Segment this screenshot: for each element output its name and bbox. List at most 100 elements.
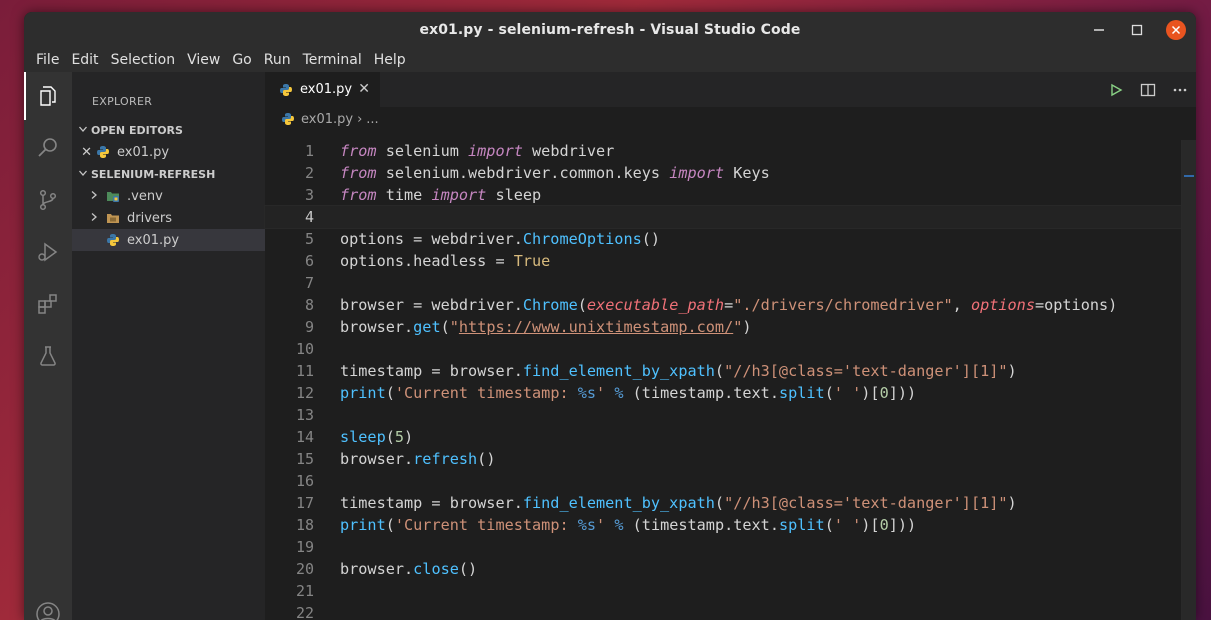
vscode-window: ex01.py - selenium-refresh - Visual Stud… <box>24 12 1196 620</box>
activity-bar <box>24 72 72 620</box>
code-line: 11 timestamp = browser.find_element_by_xp… <box>265 360 1196 382</box>
line-number: 3 <box>304 186 314 204</box>
menu-file[interactable]: File <box>30 52 65 68</box>
search-activity[interactable] <box>24 124 72 172</box>
tab-label: ex01.py <box>300 82 353 97</box>
source-control-icon <box>39 189 57 211</box>
split-editor-button[interactable] <box>1132 72 1164 107</box>
code-text: options.headless = True <box>340 252 551 270</box>
testing-activity[interactable] <box>24 332 72 380</box>
line-number: 12 <box>295 384 314 402</box>
close-icon[interactable]: ✕ <box>358 81 370 97</box>
tree-item-venv[interactable]: .venv <box>72 185 265 207</box>
split-editor-icon <box>1140 83 1156 96</box>
breadcrumb-file[interactable]: ex01.py <box>301 112 353 127</box>
explorer-activity[interactable] <box>24 72 72 120</box>
line-number: 22 <box>295 604 314 620</box>
tree-item-ex01[interactable]: ex01.py <box>72 229 265 251</box>
run-debug-activity[interactable] <box>24 228 72 276</box>
line-number: 8 <box>304 296 314 314</box>
line-number: 4 <box>304 208 314 226</box>
tree-item-drivers[interactable]: drivers <box>72 207 265 229</box>
code-line: 5 options = webdriver.ChromeOptions() <box>265 228 1196 250</box>
chevron-right-icon <box>89 211 99 226</box>
code-line: 21 <box>265 580 1196 602</box>
chevron-right-icon <box>89 189 99 204</box>
more-actions-button[interactable] <box>1164 72 1196 107</box>
close-button[interactable] <box>1166 20 1186 40</box>
breadcrumb-more[interactable]: ... <box>366 112 378 127</box>
menu-terminal[interactable]: Terminal <box>297 52 368 68</box>
menu-go[interactable]: Go <box>226 52 257 68</box>
line-number: 10 <box>295 340 314 358</box>
folder-label: SELENIUM-REFRESH <box>91 167 216 181</box>
line-number: 21 <box>295 582 314 600</box>
code-line: 22 <box>265 602 1196 620</box>
editor-area: ex01.py ✕ ex01.py › ... 1 from selenium … <box>264 72 1196 620</box>
line-number: 2 <box>304 164 314 182</box>
code-text: from time import sleep <box>340 186 542 204</box>
menu-help[interactable]: Help <box>368 52 412 68</box>
chevron-down-icon <box>75 168 91 181</box>
code-line: 9 browser.get("https://www.unixtimestamp.… <box>265 316 1196 338</box>
code-text: print('Current timestamp: %s' % (timesta… <box>340 384 917 402</box>
testing-icon <box>40 346 56 366</box>
tree-item-label: ex01.py <box>127 232 180 248</box>
folder-header[interactable]: SELENIUM-REFRESH <box>72 163 265 185</box>
line-number: 16 <box>295 472 314 490</box>
code-line: 15 browser.refresh() <box>265 448 1196 470</box>
code-line: 19 <box>265 536 1196 558</box>
open-editor-item[interactable]: ✕ ex01.py <box>72 141 265 163</box>
line-number: 9 <box>304 318 314 336</box>
accounts-activity[interactable] <box>24 590 72 620</box>
chevron-down-icon <box>75 124 91 137</box>
scrollbar-thumb[interactable] <box>1182 140 1196 620</box>
extensions-icon <box>38 294 57 314</box>
line-number: 18 <box>295 516 314 534</box>
open-editor-name: ex01.py <box>117 144 170 160</box>
code-text: sleep(5) <box>340 428 414 446</box>
source-control-activity[interactable] <box>24 176 72 224</box>
line-number: 20 <box>295 560 314 578</box>
code-line: 18 print('Current timestamp: %s' % (times… <box>265 514 1196 536</box>
code-line: 14 sleep(5) <box>265 426 1196 448</box>
title-bar: ex01.py - selenium-refresh - Visual Stud… <box>24 12 1196 48</box>
tab-bar: ex01.py ✕ <box>265 72 1196 107</box>
menu-edit[interactable]: Edit <box>65 52 104 68</box>
python-file-icon <box>106 233 120 247</box>
breadcrumb: ex01.py › ... <box>281 109 379 129</box>
accounts-icon <box>36 602 60 620</box>
extensions-activity[interactable] <box>24 280 72 328</box>
line-number: 19 <box>295 538 314 556</box>
cursor-position-marker <box>1184 175 1194 177</box>
line-number: 13 <box>295 406 314 424</box>
open-editors-header[interactable]: OPEN EDITORS <box>72 119 265 141</box>
menu-bar: File Edit Selection View Go Run Terminal… <box>24 48 1196 72</box>
line-number: 17 <box>295 494 314 512</box>
explorer-sidebar: EXPLORER OPEN EDITORS ✕ ex01.py SELENIUM… <box>72 72 265 620</box>
close-editor-icon[interactable]: ✕ <box>72 145 92 160</box>
explorer-icon <box>40 86 56 106</box>
minimize-button[interactable] <box>1090 21 1108 39</box>
menu-view[interactable]: View <box>181 52 226 68</box>
menu-selection[interactable]: Selection <box>105 52 182 68</box>
line-number: 11 <box>295 362 314 380</box>
python-file-icon <box>281 112 295 126</box>
maximize-button[interactable] <box>1128 21 1146 39</box>
code-text: browser.refresh() <box>340 450 496 468</box>
minimize-icon <box>1094 29 1104 31</box>
menu-run[interactable]: Run <box>258 52 297 68</box>
tab-ex01[interactable]: ex01.py ✕ <box>265 72 380 107</box>
line-number: 15 <box>295 450 314 468</box>
code-line: 3 from time import sleep <box>265 184 1196 206</box>
code-line: 7 <box>265 272 1196 294</box>
play-icon <box>1111 83 1123 96</box>
sidebar-title: EXPLORER <box>92 95 153 108</box>
line-number: 7 <box>304 274 314 292</box>
window-title: ex01.py - selenium-refresh - Visual Stud… <box>419 22 801 38</box>
window-controls <box>1090 12 1186 48</box>
editor-actions <box>1100 72 1196 107</box>
tree-item-label: drivers <box>127 210 173 226</box>
search-icon <box>38 138 57 157</box>
run-button[interactable] <box>1100 72 1132 107</box>
